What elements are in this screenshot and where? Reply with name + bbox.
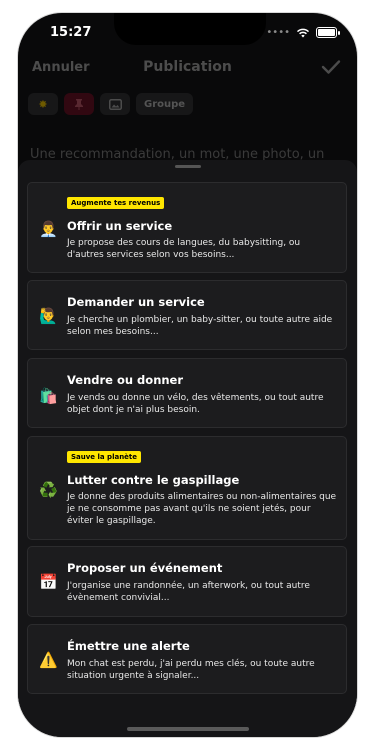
option-propose-event[interactable]: 📅 Proposer un événement J'organise une r… — [27, 546, 347, 617]
option-title: Offrir un service — [67, 219, 173, 233]
option-badge: Sauve la planète — [67, 451, 142, 463]
option-title: Proposer un événement — [67, 561, 223, 575]
shopping-bags-icon: 🛍️ — [39, 387, 58, 405]
option-title: Lutter contre le gaspillage — [67, 473, 240, 487]
status-icons: •••• — [266, 27, 340, 38]
raising-hand-icon: 🙋‍♂️ — [39, 307, 58, 325]
service-worker-icon: 👨‍💼 — [39, 220, 58, 238]
wifi-icon — [296, 28, 310, 37]
option-description: Mon chat est perdu, j'ai perdu mes clés,… — [67, 659, 315, 681]
post-type-sheet: Augmente tes revenus 👨‍💼 Offrir un servi… — [18, 160, 357, 737]
home-indicator[interactable] — [126, 727, 249, 731]
option-description: Je cherche un plombier, un baby-sitter, … — [67, 315, 333, 337]
option-title: Demander un service — [67, 295, 205, 309]
warning-icon: ⚠️ — [39, 651, 58, 669]
option-description: J'organise une randonnée, un afterwork, … — [67, 581, 310, 603]
signal-icon: •••• — [266, 27, 290, 38]
option-title: Vendre ou donner — [67, 373, 184, 387]
status-time: 15:27 — [50, 25, 92, 40]
option-offer-service[interactable]: Augmente tes revenus 👨‍💼 Offrir un servi… — [27, 182, 347, 273]
option-sell-give[interactable]: 🛍️ Vendre ou donner Je vends ou donne un… — [27, 358, 347, 428]
option-description: Je propose des cours de langues, du baby… — [67, 238, 301, 260]
battery-icon — [316, 27, 340, 38]
option-request-service[interactable]: 🙋‍♂️ Demander un service Je cherche un p… — [27, 280, 347, 350]
option-description: Je donne des produits alimentaires ou no… — [67, 492, 337, 526]
option-emit-alert[interactable]: ⚠️ Émettre une alerte Mon chat est perdu… — [27, 624, 347, 694]
phone-screen: 15:27 •••• Annuler Publication ✸ Groupe … — [18, 13, 357, 737]
sheet-grabber[interactable] — [174, 165, 201, 168]
recycle-icon: ♻️ — [39, 481, 58, 499]
option-fight-waste[interactable]: Sauve la planète ♻️ Lutter contre le gas… — [27, 436, 347, 540]
device-notch — [114, 13, 266, 45]
option-badge: Augmente tes revenus — [67, 197, 165, 209]
option-description: Je vends ou donne un vélo, des vêtements… — [67, 393, 324, 415]
option-title: Émettre une alerte — [67, 639, 190, 653]
calendar-icon: 📅 — [39, 573, 58, 591]
